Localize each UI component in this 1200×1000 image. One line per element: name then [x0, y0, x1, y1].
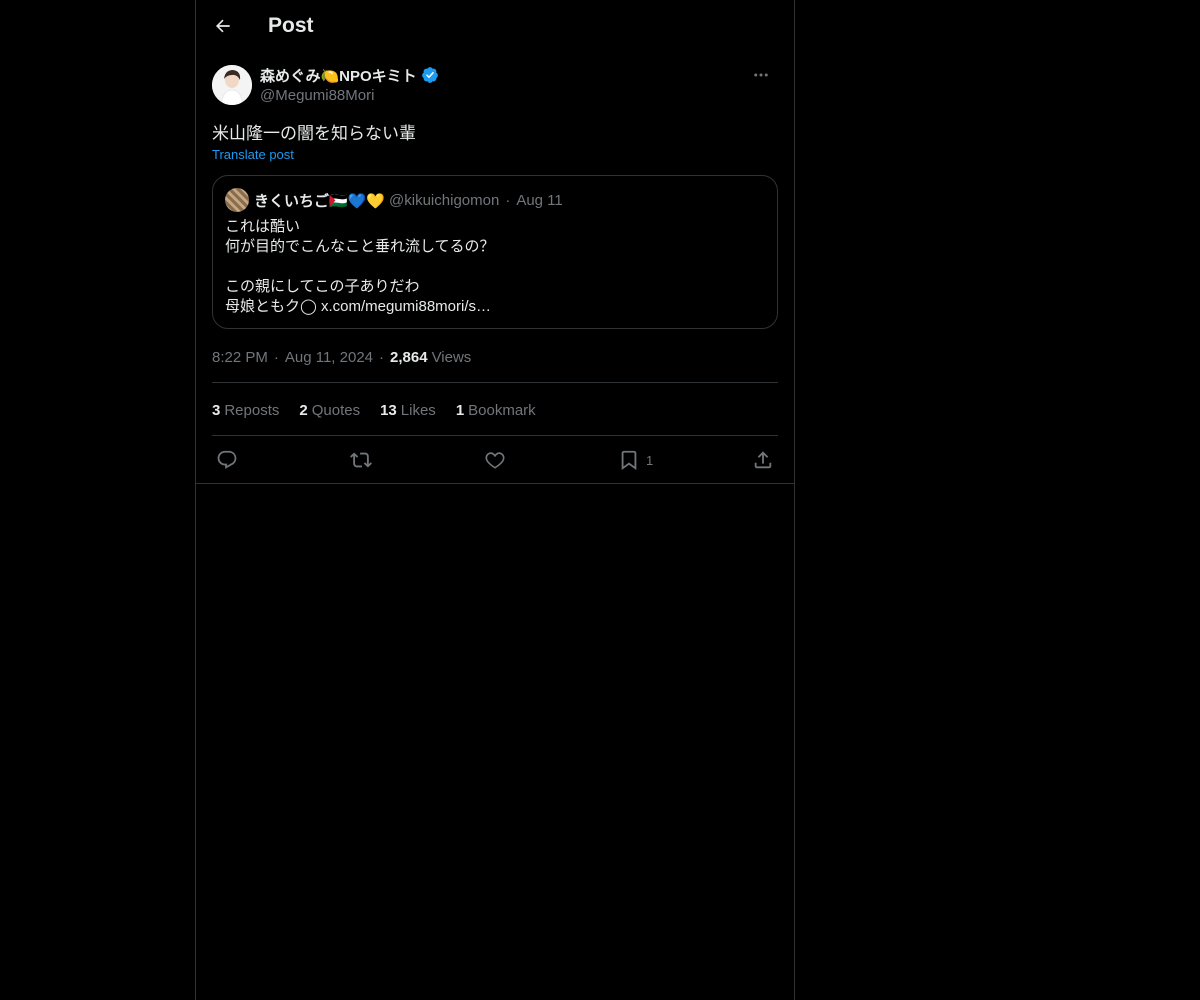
quotes-count: 2: [299, 401, 308, 419]
post-header: Post: [196, 0, 794, 53]
likes-stat[interactable]: 13 Likes: [380, 402, 436, 419]
views-label: Views: [431, 348, 472, 366]
author-display-name[interactable]: 森めぐみ🍋NPOキミト: [260, 65, 417, 86]
bookmarks-label: Bookmark: [468, 401, 536, 419]
quote-header: きくいちご🇵🇸💙💛 @kikuichigomon · Aug 11: [225, 188, 563, 212]
likes-label: Likes: [400, 401, 436, 419]
heart-icon: [485, 452, 505, 469]
action-bar: 1: [212, 446, 778, 474]
arrow-left-icon: [216, 19, 230, 33]
translate-post-link[interactable]: Translate post: [212, 147, 294, 162]
quotes-stat[interactable]: 2 Quotes: [299, 402, 360, 419]
more-icon: [754, 73, 768, 77]
engagement-stats: 3 Reposts 2 Quotes 13 Likes 1 Bookmark: [212, 400, 556, 420]
author-avatar[interactable]: [212, 65, 252, 105]
author-handle[interactable]: @Megumi88Mori: [260, 87, 439, 104]
divider: [212, 435, 778, 436]
quoted-post[interactable]: きくいちご🇵🇸💙💛 @kikuichigomon · Aug 11 これは酷い …: [212, 175, 778, 329]
reposts-label: Reposts: [224, 401, 280, 419]
quote-display-name: きくいちご🇵🇸💙💛: [254, 192, 386, 210]
post-text: 米山隆一の闇を知らない輩: [212, 124, 416, 143]
reply-icon: [217, 450, 237, 469]
post-time[interactable]: 8:22 PM: [212, 349, 268, 366]
likes-count: 13: [380, 401, 397, 419]
bookmark-count: 1: [646, 452, 654, 468]
meta-separator: ·: [273, 348, 279, 366]
back-button[interactable]: [206, 9, 240, 43]
views-count: 2,864: [390, 348, 428, 366]
quote-handle: @kikuichigomon: [389, 191, 500, 209]
avatar-image: [212, 65, 252, 105]
like-button[interactable]: [484, 446, 506, 474]
bookmark-button[interactable]: 1: [618, 446, 653, 474]
more-options-button[interactable]: [744, 64, 778, 86]
bookmark-icon: [621, 450, 637, 471]
post-meta: 8:22 PM · Aug 11, 2024 · 2,864 Views: [212, 347, 471, 367]
bookmarks-count: 1: [455, 401, 465, 419]
divider: [212, 382, 778, 383]
reply-button[interactable]: [216, 446, 238, 474]
post-column: Post 森めぐみ🍋NPOキミト @Megumi88Mori 米山隆一の闇を知ら…: [195, 0, 795, 1000]
page-title: Post: [268, 14, 314, 37]
quote-line: これは酷い: [225, 218, 301, 235]
quotes-label: Quotes: [311, 401, 361, 419]
quote-avatar: [225, 188, 249, 212]
share-button[interactable]: [752, 446, 774, 474]
author-names: 森めぐみ🍋NPOキミト @Megumi88Mori: [260, 64, 439, 104]
meta-separator: ·: [379, 348, 385, 366]
quote-date: Aug 11: [516, 191, 563, 209]
reposts-stat[interactable]: 3 Reposts: [212, 402, 279, 419]
quote-line: 何が目的でこんなこと垂れ流してるの？: [225, 238, 495, 255]
quote-line: [225, 257, 765, 277]
bookmarks-stat[interactable]: 1 Bookmark: [456, 402, 536, 419]
post-bottom-border: [196, 483, 794, 484]
quote-body: これは酷い 何が目的でこんなこと垂れ流してるの？ この親にしてこの子ありだわ 母…: [225, 217, 765, 317]
share-icon: [754, 451, 772, 469]
quote-line: この親にしてこの子ありだわ: [225, 278, 420, 295]
author-row: 森めぐみ🍋NPOキミト @Megumi88Mori: [212, 64, 778, 108]
quote-line: 母娘ともク◯ x.com/megumi88mori/s…: [225, 298, 491, 315]
quote-separator: ·: [505, 191, 511, 209]
verified-badge-icon: [421, 67, 438, 83]
reposts-count: 3: [212, 401, 221, 419]
repost-icon: [350, 452, 372, 468]
repost-button[interactable]: [350, 446, 372, 474]
post-date[interactable]: Aug 11, 2024: [285, 349, 373, 366]
